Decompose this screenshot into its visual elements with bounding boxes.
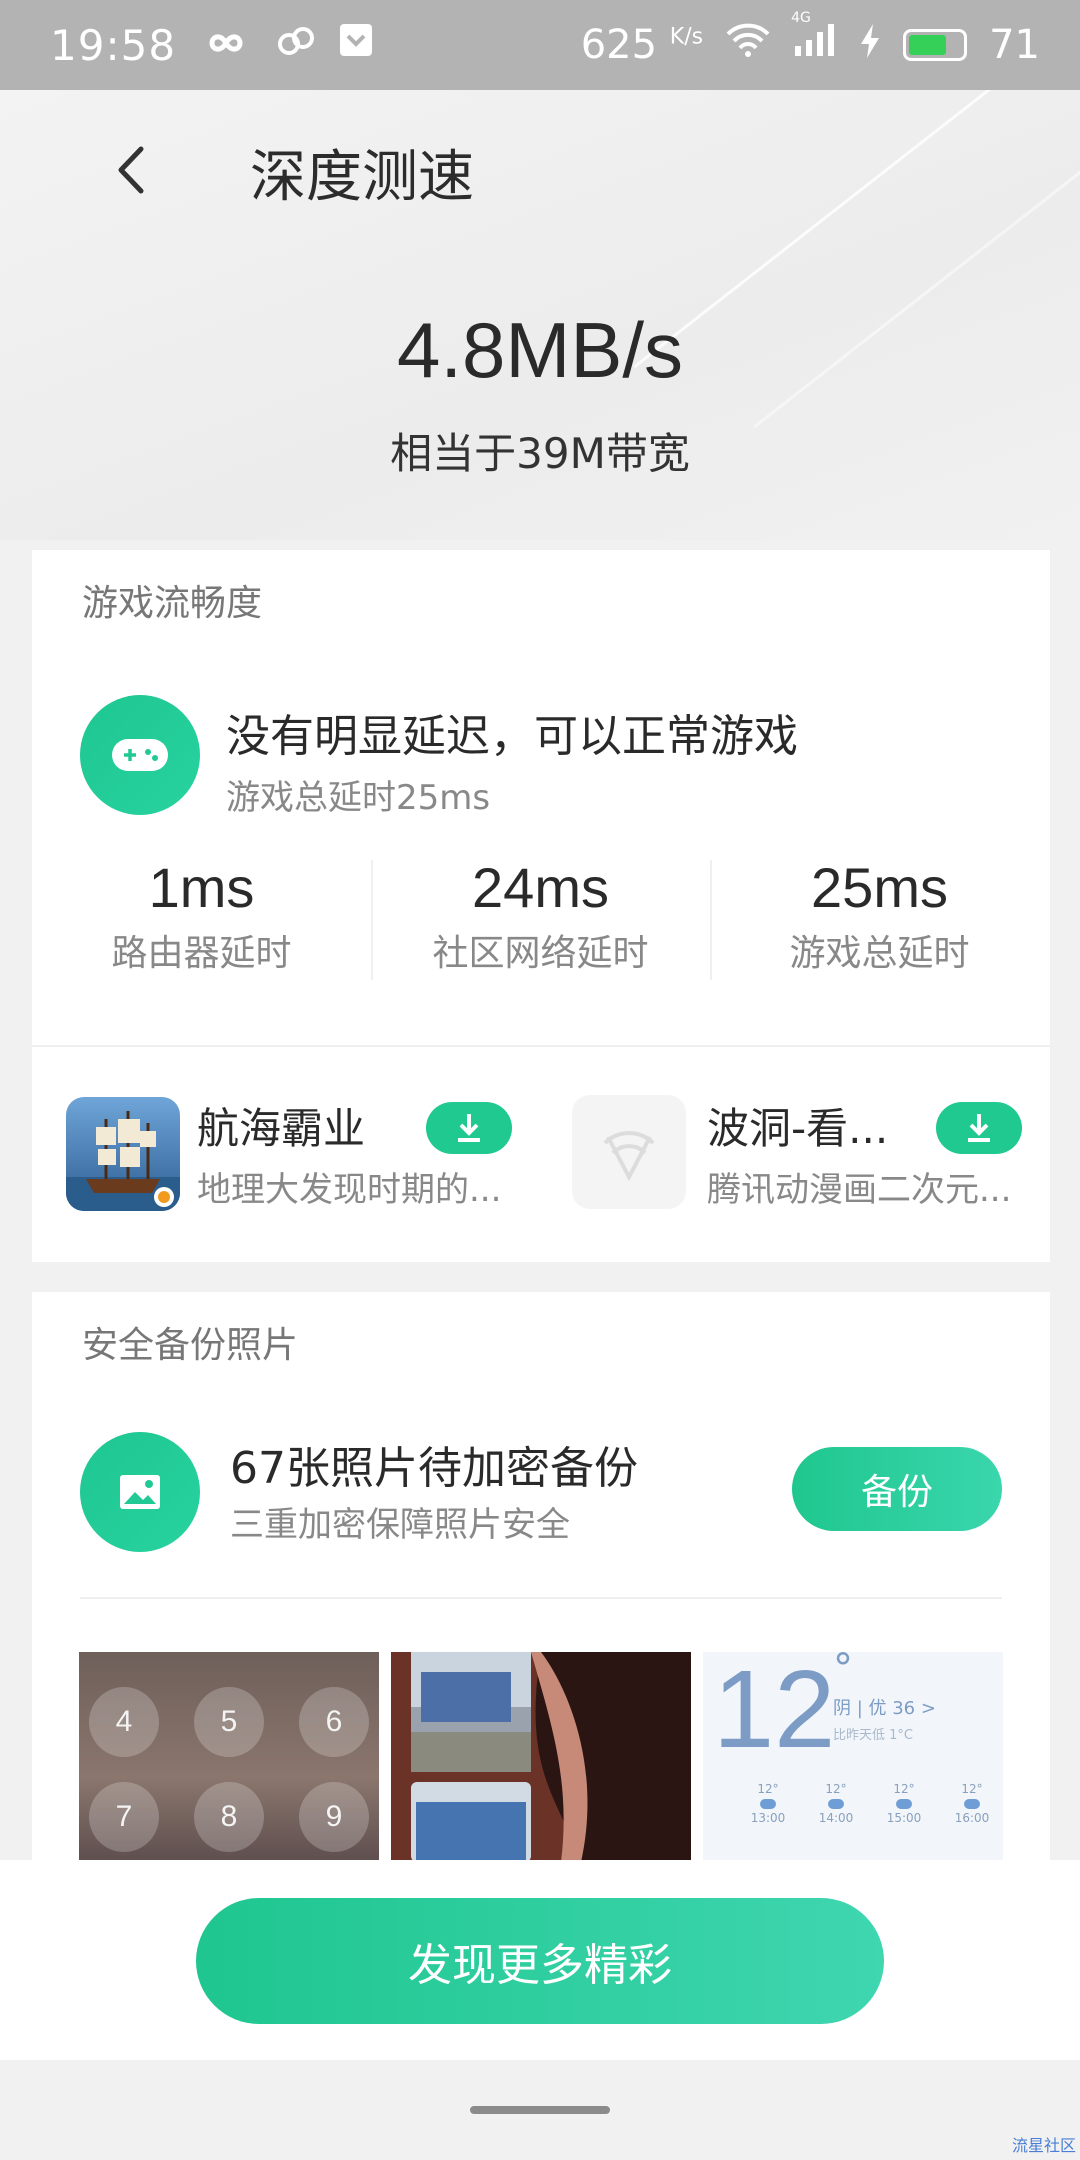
stat-value: 24ms bbox=[472, 856, 609, 919]
battery-percent: 71 bbox=[989, 22, 1040, 68]
backup-count: 67张照片待加密备份 bbox=[230, 1443, 638, 1494]
charging-icon bbox=[859, 22, 881, 68]
stat-label: 社区网络延时 bbox=[432, 933, 649, 974]
download-button[interactable] bbox=[936, 1102, 1022, 1154]
backup-button[interactable]: 备份 bbox=[792, 1447, 1002, 1531]
chevron-left-icon bbox=[118, 146, 144, 194]
download-icon bbox=[458, 1114, 480, 1142]
backup-sub: 三重加密保障照片安全 bbox=[230, 1505, 570, 1545]
battery-icon bbox=[903, 29, 968, 61]
photo-thumbnail[interactable]: 4 5 6 7 8 9 bbox=[79, 1652, 379, 1862]
game-smoothness-card: 游戏流畅度 没有明显延迟，可以正常游戏 游戏总延时25ms 1ms 路由器延时 … bbox=[32, 550, 1050, 1262]
infinity-icon bbox=[198, 22, 254, 68]
network-speed: 625 K/s bbox=[580, 22, 704, 68]
discover-more-button[interactable]: 发现更多精彩 bbox=[196, 1898, 884, 2024]
download-icon bbox=[968, 1114, 990, 1142]
bandwidth-equivalent: 相当于39M带宽 bbox=[390, 429, 690, 478]
app-desc: 地理大发现时期的... bbox=[197, 1170, 502, 1210]
download-button[interactable] bbox=[426, 1102, 512, 1154]
photo-thumbnail[interactable] bbox=[391, 1652, 691, 1862]
divider bbox=[32, 1045, 1050, 1047]
page-title: 深度测速 bbox=[250, 145, 474, 210]
bottom-action-bar: 发现更多精彩 bbox=[0, 1860, 1080, 2060]
card-title: 安全备份照片 bbox=[82, 1325, 299, 1366]
app-name[interactable]: 航海霸业 bbox=[197, 1095, 365, 1156]
stat-game-total: 25ms 游戏总延时 bbox=[710, 855, 1049, 976]
wifi-icon bbox=[725, 22, 771, 68]
clock: 19:58 bbox=[50, 20, 177, 70]
gamepad-icon bbox=[112, 739, 168, 771]
stat-value: 25ms bbox=[811, 856, 948, 919]
divider bbox=[80, 1597, 1002, 1599]
shield-app-icon bbox=[338, 22, 374, 68]
stat-value: 1ms bbox=[148, 856, 255, 919]
total-latency-text: 游戏总延时25ms bbox=[226, 778, 491, 818]
app-desc: 腾讯动漫画二次元... bbox=[707, 1170, 1012, 1210]
status-bar: 19:58 625 K/s 4G 71 bbox=[0, 0, 1080, 90]
signal-icon: 4G bbox=[791, 10, 837, 68]
app-name[interactable]: 波洞-看... bbox=[707, 1095, 888, 1156]
header: 深度测速 4.8MB/s 相当于39M带宽 bbox=[0, 90, 1080, 540]
image-icon bbox=[120, 1475, 160, 1509]
game-status: 没有明显延迟，可以正常游戏 bbox=[226, 711, 798, 762]
speed-value: 4.8MB/s bbox=[396, 306, 684, 394]
gesture-nav-bar[interactable] bbox=[470, 2106, 610, 2114]
placeholder-app-icon bbox=[603, 1131, 655, 1182]
app-icon-bodong[interactable] bbox=[572, 1095, 686, 1209]
card-title: 游戏流畅度 bbox=[82, 583, 263, 624]
stat-router: 1ms 路由器延时 bbox=[32, 855, 371, 976]
stat-community: 24ms 社区网络延时 bbox=[371, 855, 710, 976]
watermark: 流星社区 bbox=[1011, 2136, 1076, 2155]
photo-thumbnail[interactable]: 12 ° 阴 | 优 36 > 比昨天低 1°C 12° 13:00 12° 14:… bbox=[703, 1652, 1003, 1862]
link-icon bbox=[276, 22, 316, 68]
photo-backup-card: 安全备份照片 67张照片待加密备份 三重加密保障照片安全 备份 4 5 6 7 … bbox=[32, 1292, 1050, 1862]
app-icon-hanghai[interactable] bbox=[66, 1097, 180, 1211]
gamepad-badge bbox=[80, 695, 200, 815]
image-badge bbox=[80, 1432, 200, 1552]
stat-label: 游戏总延时 bbox=[789, 933, 970, 974]
stat-label: 路由器延时 bbox=[111, 933, 292, 974]
back-button[interactable] bbox=[100, 130, 160, 210]
